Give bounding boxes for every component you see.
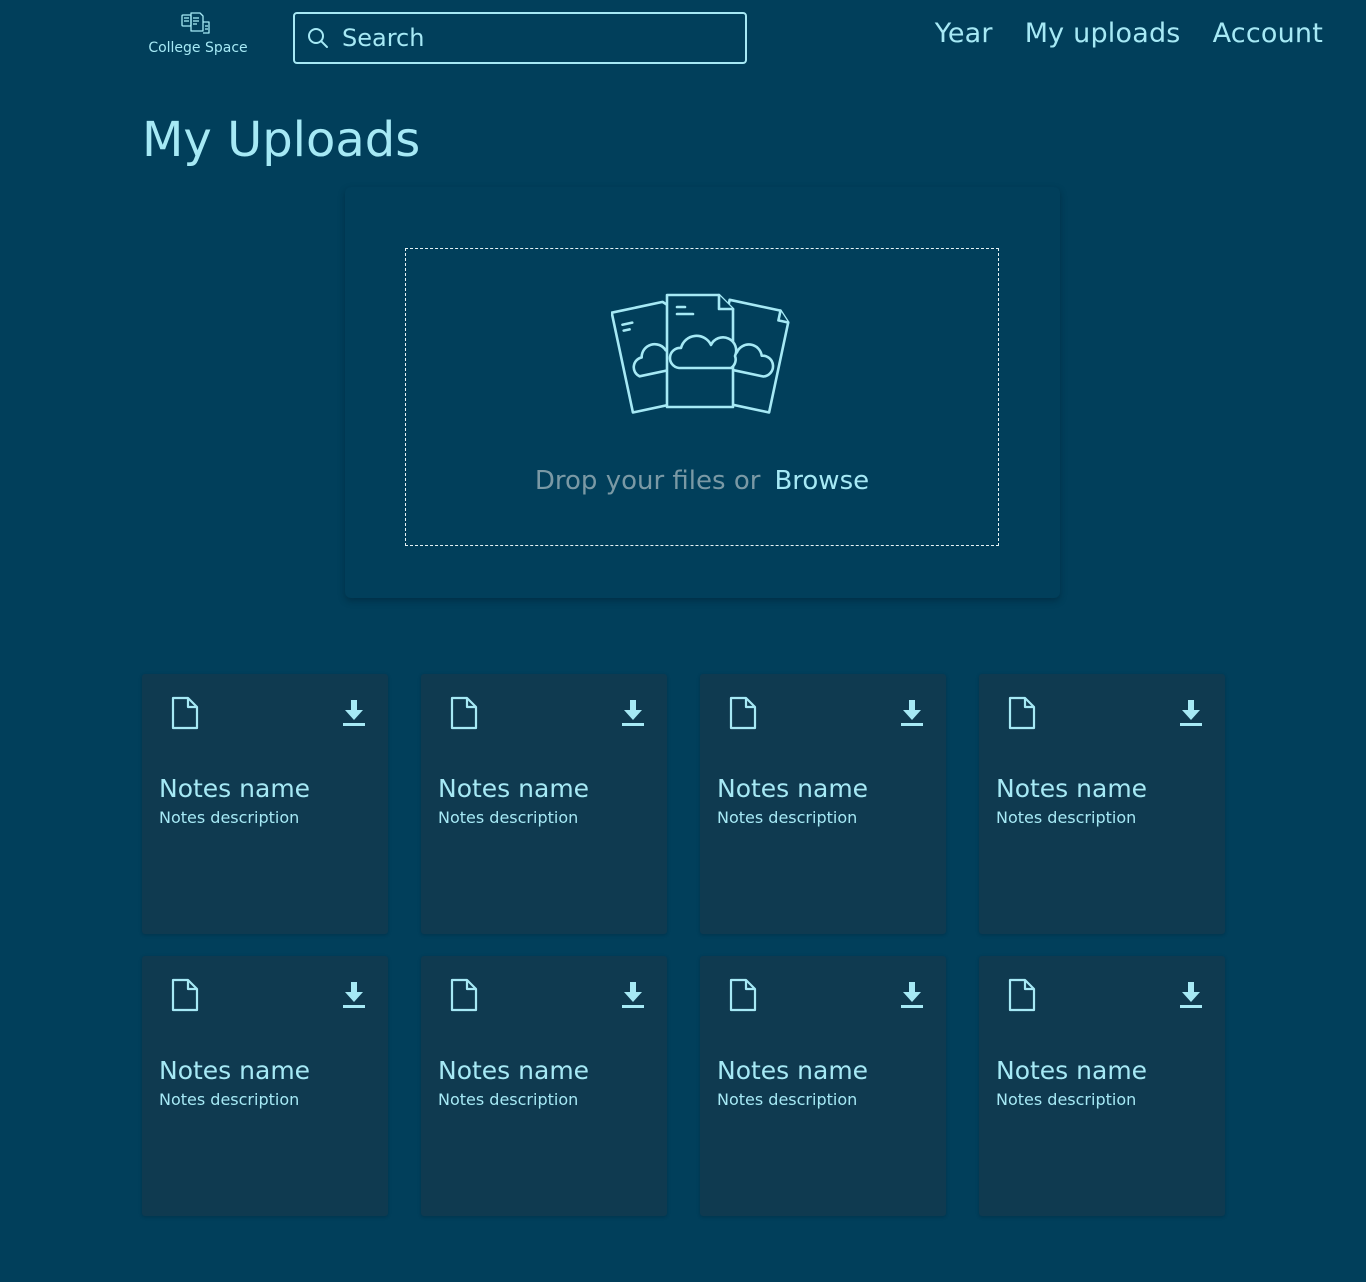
drop-instructions: Drop your files or Browse [406,466,998,496]
notes-name: Notes name [996,1056,1148,1085]
download-icon[interactable] [341,980,367,1010]
main-nav: Year My uploads Account [935,18,1323,49]
notes-name: Notes name [717,1056,869,1085]
notes-description: Notes description [717,1090,858,1109]
college-space-logo-icon [181,12,210,34]
notes-name: Notes name [159,774,311,803]
download-icon[interactable] [899,698,925,728]
notes-card[interactable]: Notes name Notes description [142,674,388,934]
notes-name: Notes name [438,774,590,803]
notes-description: Notes description [996,1090,1137,1109]
file-icon [1008,696,1036,730]
header: College Space Year My uploads Account [0,0,1366,80]
upload-panel: Drop your files or Browse [345,187,1060,598]
drop-text: Drop your files or [534,466,761,496]
logo-text: College Space [148,40,248,56]
notes-name: Notes name [438,1056,590,1085]
notes-description: Notes description [159,1090,300,1109]
notes-card[interactable]: Notes name Notes description [979,956,1225,1216]
file-icon [171,978,199,1012]
notes-card[interactable]: Notes name Notes description [421,674,667,934]
download-icon[interactable] [620,698,646,728]
file-icon [1008,978,1036,1012]
file-dropzone[interactable]: Drop your files or Browse [405,248,999,546]
file-icon [729,978,757,1012]
notes-card[interactable]: Notes name Notes description [142,956,388,1216]
browse-link[interactable]: Browse [774,466,869,496]
file-icon [450,978,478,1012]
page-title: My Uploads [142,112,421,168]
file-icon [450,696,478,730]
search-icon [308,28,328,48]
notes-name: Notes name [717,774,869,803]
notes-card[interactable]: Notes name Notes description [421,956,667,1216]
notes-description: Notes description [438,808,579,827]
notes-description: Notes description [996,808,1137,827]
download-icon[interactable] [1178,698,1204,728]
notes-card[interactable]: Notes name Notes description [700,956,946,1216]
download-icon[interactable] [899,980,925,1010]
nav-year[interactable]: Year [935,18,993,49]
notes-description: Notes description [717,808,858,827]
search-input[interactable] [342,18,745,58]
notes-name: Notes name [159,1056,311,1085]
notes-card[interactable]: Notes name Notes description [700,674,946,934]
logo[interactable]: College Space [140,10,256,60]
download-icon[interactable] [620,980,646,1010]
file-icon [171,696,199,730]
notes-card[interactable]: Notes name Notes description [979,674,1225,934]
cloud-files-icon [611,293,790,414]
notes-name: Notes name [996,774,1148,803]
notes-grid: Notes name Notes description Notes name … [142,674,1225,1216]
download-icon[interactable] [1178,980,1204,1010]
nav-my-uploads[interactable]: My uploads [1025,18,1181,49]
notes-description: Notes description [438,1090,579,1109]
nav-account[interactable]: Account [1213,18,1323,49]
search-bar[interactable] [293,12,747,64]
download-icon[interactable] [341,698,367,728]
notes-description: Notes description [159,808,300,827]
file-icon [729,696,757,730]
